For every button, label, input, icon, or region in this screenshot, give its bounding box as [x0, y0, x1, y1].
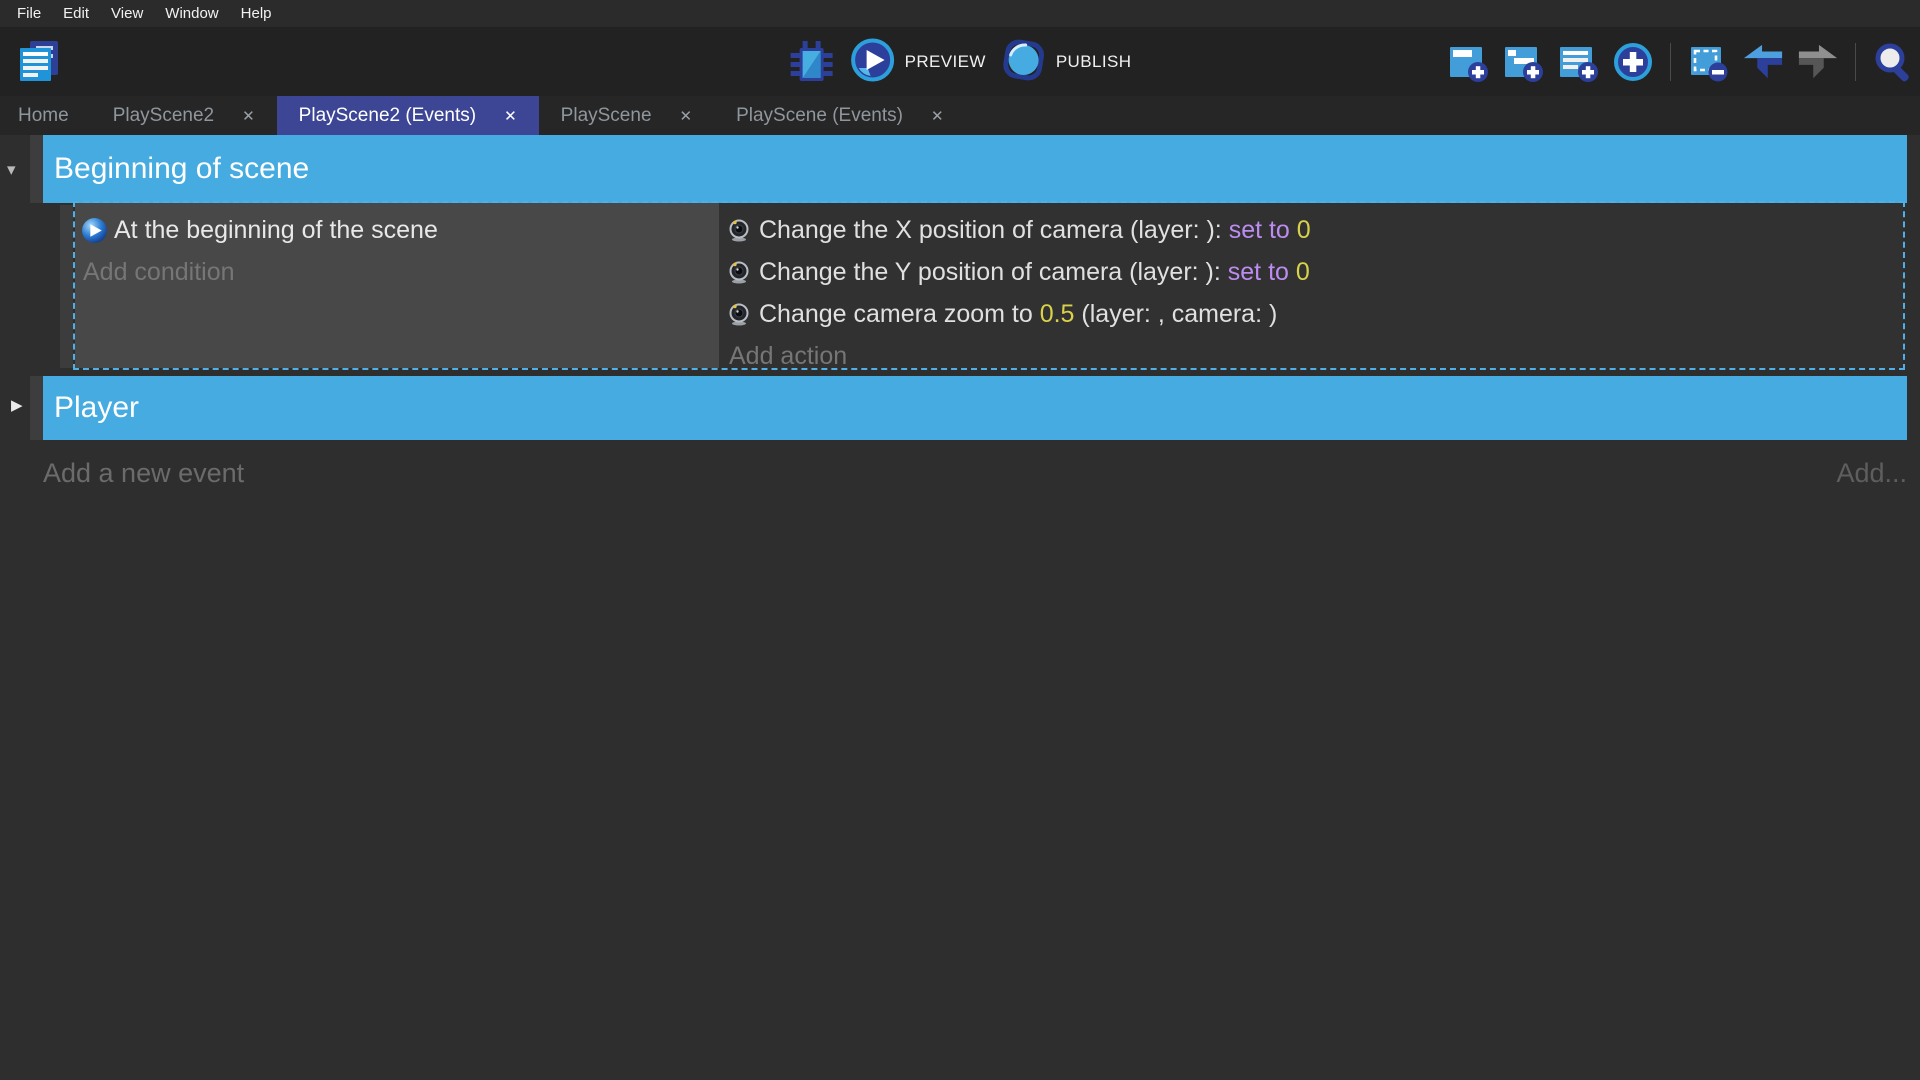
add-event-icon	[1447, 41, 1489, 83]
tab-bar: Home PlayScene2 ✕ PlayScene2 (Events) ✕ …	[0, 96, 1920, 135]
action-row[interactable]: Change the Y position of camera (layer: …	[727, 251, 1903, 293]
camera-icon	[727, 302, 751, 326]
menu-item-edit[interactable]: Edit	[52, 0, 100, 27]
tab-home[interactable]: Home	[0, 96, 91, 135]
debug-button[interactable]	[789, 39, 835, 85]
preview-button[interactable]: PREVIEW	[851, 38, 986, 85]
toolbar-separator	[1670, 43, 1671, 81]
camera-icon	[727, 218, 751, 242]
add-comment-icon	[1557, 41, 1599, 83]
delete-event-button[interactable]	[1687, 41, 1729, 83]
tab-label: PlayScene (Events)	[736, 105, 903, 127]
add-new-event-button[interactable]: Add a new event	[43, 451, 244, 495]
event-group-header-beginning[interactable]: Beginning of scene	[43, 135, 1907, 203]
add-circle-icon	[1612, 41, 1654, 83]
tab-label: PlayScene2 (Events)	[299, 105, 476, 127]
close-icon[interactable]: ✕	[504, 107, 517, 125]
group-title: Player	[54, 391, 139, 425]
search-icon	[1872, 41, 1914, 83]
group-title: Beginning of scene	[54, 152, 309, 186]
publish-button[interactable]: PUBLISH	[1002, 38, 1132, 85]
redo-button[interactable]	[1797, 41, 1839, 83]
action-text: Change the X position of camera (layer: …	[759, 216, 1311, 245]
menu-item-view[interactable]: View	[100, 0, 154, 27]
camera-icon	[727, 260, 751, 284]
undo-icon	[1742, 41, 1784, 83]
add-other-event-button[interactable]	[1612, 41, 1654, 83]
preview-label: PREVIEW	[905, 52, 986, 72]
menu-bar: File Edit View Window Help	[0, 0, 1920, 27]
add-event-button[interactable]	[1447, 41, 1489, 83]
project-manager-icon	[16, 38, 63, 85]
action-text: Change camera zoom to 0.5 (layer: , came…	[759, 300, 1277, 329]
action-row[interactable]: Change the X position of camera (layer: …	[727, 209, 1903, 251]
tab-label: PlayScene	[561, 105, 652, 127]
publish-label: PUBLISH	[1056, 52, 1132, 72]
tab-label: Home	[18, 105, 69, 127]
debug-icon	[789, 39, 835, 85]
condition-row[interactable]: At the beginning of the scene	[81, 209, 719, 251]
tab-playscene2-events[interactable]: PlayScene2 (Events) ✕	[277, 96, 539, 135]
add-comment-button[interactable]	[1557, 41, 1599, 83]
selected-event[interactable]: At the beginning of the scene Add condit…	[73, 201, 1905, 370]
add-condition-button[interactable]: Add condition	[81, 251, 719, 293]
close-icon[interactable]: ✕	[931, 107, 944, 125]
add-button[interactable]: Add...	[1836, 451, 1907, 495]
conditions-panel: At the beginning of the scene Add condit…	[75, 203, 719, 368]
tab-playscene2[interactable]: PlayScene2 ✕	[91, 96, 277, 135]
collapse-arrow-icon[interactable]: ▾	[7, 161, 16, 178]
event-drag-handle[interactable]	[60, 205, 73, 368]
scene-start-icon	[81, 217, 108, 244]
tab-playscene-events[interactable]: PlayScene (Events) ✕	[714, 96, 965, 135]
action-text: Change the Y position of camera (layer: …	[759, 258, 1310, 287]
close-icon[interactable]: ✕	[680, 107, 693, 125]
toolbar: PREVIEW PUBLISH	[0, 27, 1920, 96]
menu-item-file[interactable]: File	[6, 0, 52, 27]
tab-label: PlayScene2	[113, 105, 214, 127]
toolbar-center: PREVIEW PUBLISH	[789, 27, 1132, 96]
add-subevent-button[interactable]	[1502, 41, 1544, 83]
add-subevent-icon	[1502, 41, 1544, 83]
condition-text: At the beginning of the scene	[114, 216, 438, 245]
publish-sphere-icon	[1002, 38, 1046, 85]
toolbar-right	[1447, 27, 1914, 96]
action-row[interactable]: Change camera zoom to 0.5 (layer: , came…	[727, 293, 1903, 335]
delete-selection-icon	[1687, 41, 1729, 83]
undo-button[interactable]	[1742, 41, 1784, 83]
close-icon[interactable]: ✕	[242, 107, 255, 125]
menu-item-help[interactable]: Help	[230, 0, 283, 27]
project-manager-button[interactable]	[16, 38, 63, 85]
actions-panel: Change the X position of camera (layer: …	[719, 203, 1903, 368]
tab-playscene[interactable]: PlayScene ✕	[539, 96, 714, 135]
events-sheet: ▾ Beginning of scene	[0, 135, 1920, 1080]
play-icon	[851, 38, 895, 85]
search-button[interactable]	[1872, 41, 1914, 83]
add-action-button[interactable]: Add action	[727, 335, 1903, 377]
expand-arrow-icon[interactable]: ▶	[11, 398, 23, 413]
event-group-header-player[interactable]: Player	[43, 376, 1907, 440]
menu-item-window[interactable]: Window	[154, 0, 229, 27]
redo-icon	[1797, 41, 1839, 83]
toolbar-separator	[1855, 43, 1856, 81]
